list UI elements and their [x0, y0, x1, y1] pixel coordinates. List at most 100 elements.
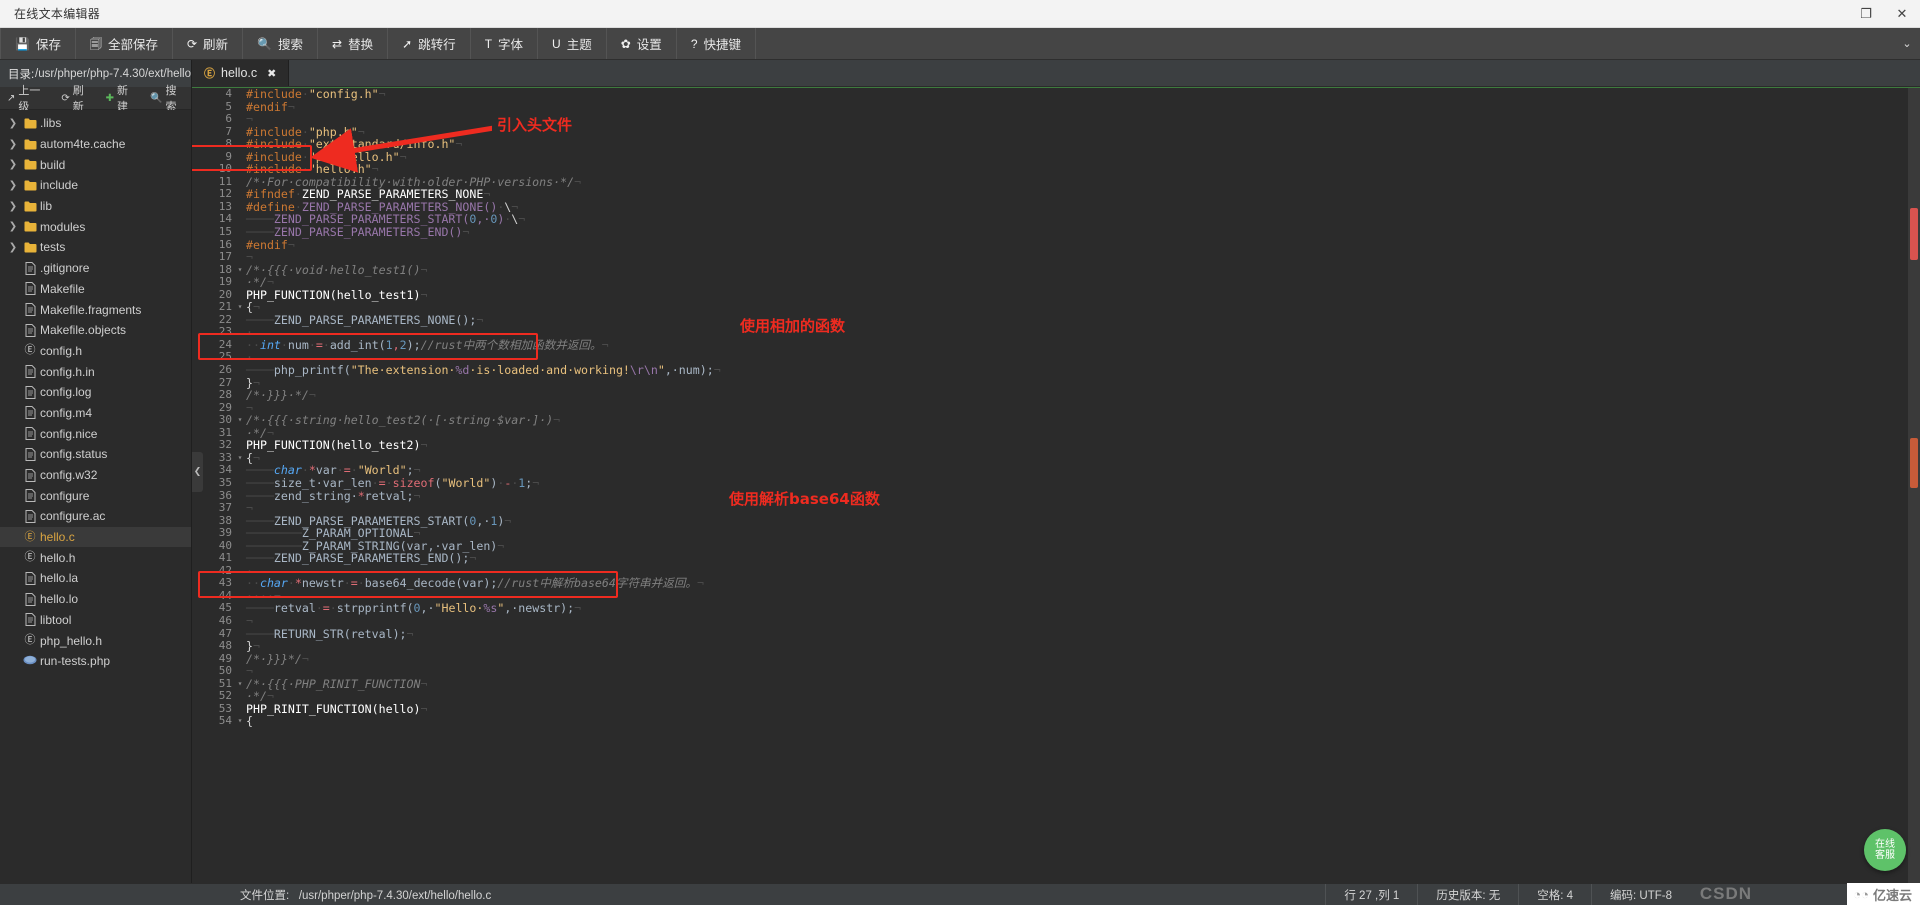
code-line-48[interactable]: 48}¬: [192, 640, 1920, 653]
code-line-16[interactable]: 16 #endif¬: [192, 238, 1920, 252]
tree-item-config-nice[interactable]: ❯config.nice: [0, 423, 191, 444]
toolbar-collapse-icon[interactable]: ⌄: [1894, 28, 1920, 59]
tree-item-hello-la[interactable]: ❯hello.la: [0, 568, 191, 589]
scrollbar-thumb-bottom[interactable]: [1910, 438, 1918, 488]
toolbar-button-2[interactable]: ⟳ 刷新: [173, 28, 244, 59]
code-line-43[interactable]: 43 ··char·*newstr·=·base64_decode(var);//…: [192, 577, 1920, 590]
code-line-53[interactable]: 53 PHP_RINIT_FUNCTION(hello)¬: [192, 702, 1920, 716]
tree-item-makefile-objects[interactable]: ❯Makefile.objects: [0, 320, 191, 341]
code-line-6[interactable]: 6 ¬: [192, 113, 1920, 126]
tree-item-configure-ac[interactable]: ❯configure.ac: [0, 506, 191, 527]
tree-item-makefile[interactable]: ❯Makefile: [0, 279, 191, 300]
chevron-right-icon[interactable]: ❯: [6, 118, 20, 129]
tree-item--gitignore[interactable]: ❯.gitignore: [0, 258, 191, 279]
tree-item-config-w32[interactable]: ❯config.w32: [0, 465, 191, 486]
code-line-18[interactable]: 18 ▾/*·{{{·void·hello_test1()¬: [192, 263, 1920, 277]
toolbar-button-1[interactable]: 🗐 全部保存: [76, 28, 173, 59]
restore-window-button[interactable]: ❐: [1848, 0, 1884, 28]
code-line-8[interactable]: 8 #include·"ext/standard/info.h"¬: [192, 138, 1920, 151]
tree-item-hello-h[interactable]: ❯Ⓔhello.h: [0, 547, 191, 568]
scrollbar-thumb-top[interactable]: [1910, 208, 1918, 260]
toolbar-button-4[interactable]: ⇄ 替换: [318, 28, 389, 59]
fold-toggle-icon[interactable]: ▾: [236, 678, 244, 691]
code-line-41[interactable]: 41 ────ZEND_PARSE_PARAMETERS_END();¬: [192, 552, 1920, 565]
code-line-33[interactable]: 33 ▾ {¬: [192, 451, 1920, 465]
search-icon: 🔍: [257, 36, 273, 51]
fold-toggle-icon[interactable]: ▾: [236, 301, 244, 314]
toolbar-button-5[interactable]: ➚ 跳转行: [388, 28, 471, 59]
fold-toggle-icon[interactable]: ▾: [236, 414, 244, 427]
close-window-button[interactable]: ✕: [1884, 0, 1920, 28]
code-line-46[interactable]: 46 ¬: [192, 614, 1920, 628]
tree-item-makefile-fragments[interactable]: ❯Makefile.fragments: [0, 299, 191, 320]
toolbar-button-8[interactable]: ✿ 设置: [607, 28, 677, 59]
code-line-9[interactable]: 9 #include·"php_hello.h"¬: [192, 150, 1920, 164]
tab-hello-c[interactable]: Ⓔ hello.c ✖: [192, 60, 290, 86]
tree-item-php-hello-h[interactable]: ❯Ⓔphp_hello.h: [0, 630, 191, 651]
code-line-15[interactable]: 15 ────ZEND_PARSE_PARAMETERS_END()¬: [192, 225, 1920, 239]
code-line-26[interactable]: 26 ────php_printf("The·extension·%d·is·lo…: [192, 363, 1920, 377]
toolbar-button-3[interactable]: 🔍 搜索: [243, 28, 319, 59]
code-line-27[interactable]: 27}¬: [192, 376, 1920, 390]
tab-close-icon[interactable]: ✖: [267, 67, 276, 80]
code-lines[interactable]: 4 #include·"config.h"¬ 5 #endif¬ 6 ¬ 7 #include…: [192, 88, 1920, 883]
file-icon: [20, 323, 40, 337]
code-line-35[interactable]: 35 ────size_t·var_len·=·sizeof("World")·-…: [192, 476, 1920, 490]
fold-toggle-icon[interactable]: ▾: [236, 452, 244, 465]
chevron-right-icon[interactable]: ❯: [6, 139, 20, 150]
tree-item-libtool[interactable]: ❯libtool: [0, 610, 191, 631]
chevron-right-icon[interactable]: ❯: [6, 159, 20, 170]
toolbar-button-7[interactable]: U 主题: [538, 28, 607, 59]
tree-item-config-status[interactable]: ❯config.status: [0, 444, 191, 465]
code-line-5[interactable]: 5 #endif¬: [192, 100, 1920, 114]
code-line-28[interactable]: 28 /*·}}}·*/¬: [192, 389, 1920, 402]
code-line-49[interactable]: 49/*·}}}*/¬: [192, 652, 1920, 666]
code-line-30[interactable]: 30 ▾/*·{{{·string·hello_test2(·[·string·$…: [192, 414, 1920, 427]
editor-vertical-scrollbar[interactable]: [1908, 88, 1920, 883]
tree-item-lib[interactable]: ❯ lib: [0, 196, 191, 217]
code-line-19[interactable]: 19 ·*/¬: [192, 276, 1920, 289]
tree-item-autom4te-cache[interactable]: ❯ autom4te.cache: [0, 134, 191, 155]
code-line-20[interactable]: 20 PHP_FUNCTION(hello_test1)¬: [192, 288, 1920, 302]
chevron-right-icon[interactable]: ❯: [6, 242, 20, 253]
code-line-22[interactable]: 22 ────ZEND_PARSE_PARAMETERS_NONE();¬: [192, 313, 1920, 327]
chevron-right-icon[interactable]: ❯: [6, 221, 20, 232]
code-line-54[interactable]: 54 ▾{: [192, 715, 1920, 728]
code-line-32[interactable]: 32 PHP_FUNCTION(hello_test2)¬: [192, 439, 1920, 452]
tree-item-build[interactable]: ❯ build: [0, 154, 191, 175]
code-line-36[interactable]: 36 ────zend_string·*retval;¬: [192, 489, 1920, 503]
toolbar-button-9[interactable]: ? 快捷键: [677, 28, 757, 59]
toolbar-button-0[interactable]: 💾 保存: [0, 28, 76, 59]
chevron-right-icon[interactable]: ❯: [6, 180, 20, 191]
tree-item-configure[interactable]: ❯configure: [0, 485, 191, 506]
toolbar-button-6[interactable]: T 字体: [471, 28, 539, 59]
tree-item-include[interactable]: ❯ include: [0, 175, 191, 196]
file-icon: [20, 613, 40, 627]
sidebar-collapse-handle[interactable]: ❮: [192, 451, 203, 492]
tree-item--libs[interactable]: ❯ .libs: [0, 113, 191, 134]
tree-item-config-log[interactable]: ❯config.log: [0, 382, 191, 403]
code-line-50[interactable]: 50 ¬: [192, 665, 1920, 678]
code-editor-area[interactable]: 4 #include·"config.h"¬ 5 #endif¬ 6 ¬ 7 #include…: [192, 87, 1920, 883]
code-line-52[interactable]: 52 ·*/¬: [192, 690, 1920, 703]
tree-item-config-h[interactable]: ❯Ⓔconfig.h: [0, 341, 191, 362]
code-line-4[interactable]: 4 #include·"config.h"¬: [192, 88, 1920, 101]
tree-item-modules[interactable]: ❯ modules: [0, 216, 191, 237]
tree-item-hello-c[interactable]: ❯Ⓔhello.c: [0, 526, 191, 548]
code-line-47[interactable]: 47 ────RETURN_STR(retval);¬: [192, 627, 1920, 641]
tree-item-config-m4[interactable]: ❯config.m4: [0, 403, 191, 424]
tree-item-config-h-in[interactable]: ❯config.h.in: [0, 361, 191, 382]
tree-item-hello-lo[interactable]: ❯hello.lo: [0, 589, 191, 610]
chevron-right-icon[interactable]: ❯: [6, 201, 20, 212]
fold-toggle-icon[interactable]: ▾: [236, 715, 244, 728]
code-line-17[interactable]: 17 ¬: [192, 251, 1920, 264]
fold-toggle-icon[interactable]: ▾: [236, 264, 244, 277]
tree-item-tests[interactable]: ❯ tests: [0, 237, 191, 258]
online-support-badge[interactable]: 在线 客服: [1864, 829, 1906, 871]
code-line-31[interactable]: 31 ·*/¬: [192, 426, 1920, 440]
code-line-38[interactable]: 38 ────ZEND_PARSE_PARAMETERS_START(0,·1)¬: [192, 514, 1920, 528]
code-line-24[interactable]: 24 ··int·num·=·add_int(1,2);//rust中两个数相加函…: [192, 338, 1920, 352]
tree-item-run-tests-php[interactable]: ❯run-tests.php: [0, 651, 191, 672]
code-line-45[interactable]: 45 ────retval·=·strpprintf(0,·"Hello·%s",…: [192, 602, 1920, 615]
code-line-51[interactable]: 51 ▾/*·{{{·PHP_RINIT_FUNCTION¬: [192, 677, 1920, 691]
